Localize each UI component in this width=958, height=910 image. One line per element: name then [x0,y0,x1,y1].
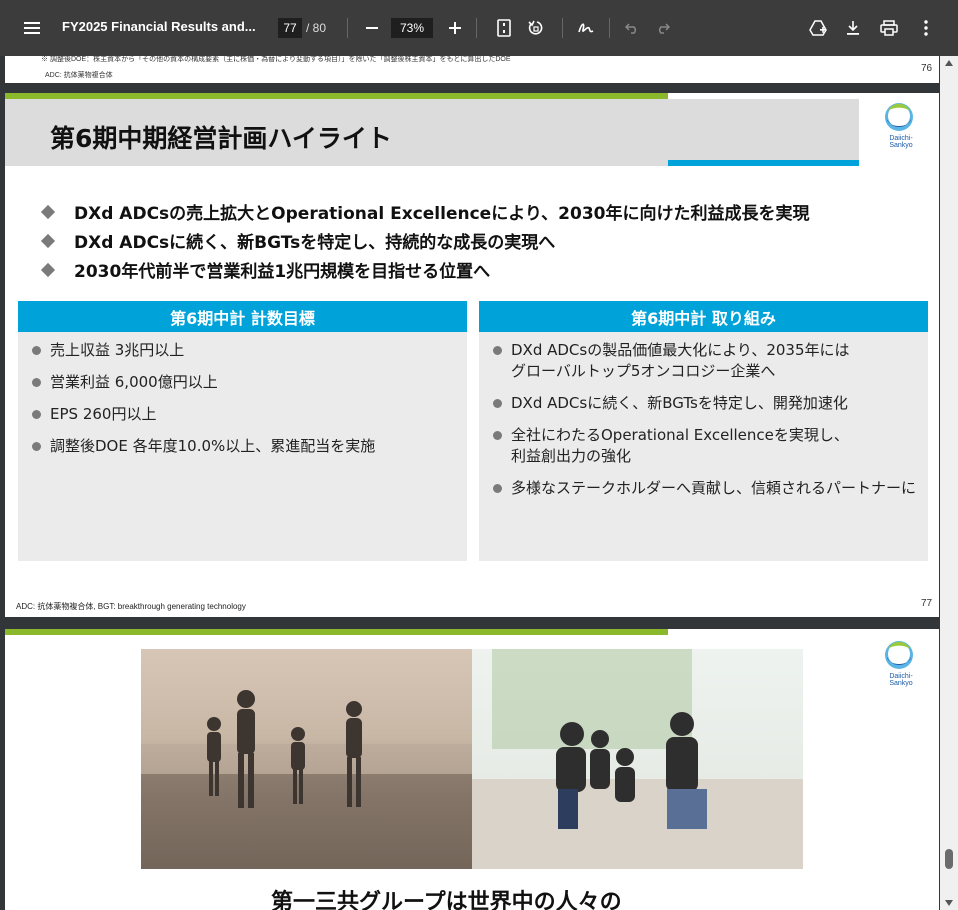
title-band: 第6期中期経営計画ハイライト [5,99,859,166]
list-item-text: グローバルトップ5オンコロジー企業へ [511,362,776,380]
list-item: 売上収益 3兆円以上 [32,340,467,361]
draw-icon[interactable] [576,18,596,38]
list-item-text: DXd ADCsの製品価値最大化により、2035年には [511,341,850,359]
list-item: 調整後DOE 各年度10.0%以上、累進配当を実施 [32,436,467,457]
page-76-footnote: ADC: 抗体薬物複合体 [45,72,113,79]
download-icon[interactable] [843,18,863,38]
slide-title: 第6期中期経営計画ハイライト [50,124,392,153]
toolbar-divider [562,18,563,38]
highlight-text: DXd ADCsに続く、新BGTsを特定し、持続的な成長の実現へ [74,233,556,253]
slogan-text: 第一三共グループは世界中の人々の [271,890,622,910]
add-to-drive-icon[interactable] [808,18,828,38]
toolbar-divider [347,18,348,38]
bullet-dot-icon [493,399,502,408]
targets-panel: 第6期中計 計数目標 売上収益 3兆円以上 営業利益 6,000億円以上 EPS… [18,301,467,561]
list-item: 全社にわたるOperational Excellenceを実現し、 利益創出力の強… [493,425,928,467]
bullet-dot-icon [32,410,41,419]
diamond-bullet-icon [40,233,56,248]
blue-accent-bar [668,160,859,166]
page-total: / 80 [306,21,327,35]
list-item-text: 利益創出力の強化 [511,447,632,465]
redo-icon[interactable] [653,18,673,38]
logo-text: Daiichi-Sankyo [889,135,913,149]
bullet-dot-icon [493,431,502,440]
print-icon[interactable] [879,18,899,38]
logo-text: Daiichi-Sankyo [889,673,913,687]
rotate-icon[interactable] [526,18,546,38]
highlight-text: 2030年代前半で営業利益1兆円規模を目指せる位置へ [74,262,491,282]
page-78: Daiichi-Sankyo 第一三共グループは世界中の人々の [5,629,939,910]
fit-page-icon[interactable] [494,18,514,38]
highlight-item: DXd ADCsに続く、新BGTsを特定し、持続的な成長の実現へ [40,226,810,255]
diamond-bullet-icon [40,204,56,219]
highlight-item: 2030年代前半で営業利益1兆円規模を目指せる位置へ [40,255,810,284]
initiatives-panel-header: 第6期中計 取り組み [479,301,928,332]
targets-list: 売上収益 3兆円以上 営業利益 6,000億円以上 EPS 260円以上 調整後… [18,332,467,457]
scroll-down-arrow-icon[interactable] [945,900,953,906]
page-77: 第6期中期経営計画ハイライト Daiichi-Sankyo DXd ADCsの売… [5,93,939,617]
more-options-icon[interactable] [916,18,936,38]
toolbar-divider [609,18,610,38]
list-item-text: DXd ADCsに続く、新BGTsを特定し、開発加速化 [511,394,848,412]
diamond-bullet-icon [40,262,56,277]
home-family-photo [472,649,803,869]
list-item-text: 多様なステークホルダーへ貢献し、信頼されるパートナーに [511,479,917,497]
list-item-text: EPS 260円以上 [50,405,157,423]
toolbar-divider [476,18,477,38]
initiatives-panel: 第6期中計 取り組み DXd ADCsの製品価値最大化により、2035年には グロ… [479,301,928,561]
highlight-list: DXd ADCsの売上拡大とOperational Excellenceにより、… [40,197,810,284]
list-item: 多様なステークホルダーへ貢献し、信頼されるパートナーに [493,478,928,499]
zoom-input[interactable]: 73% [391,18,433,38]
bullet-dot-icon [32,442,41,451]
page-number: 76 [921,63,933,74]
scrollbar-thumb[interactable] [945,849,953,869]
list-item-text: 調整後DOE 各年度10.0%以上、累進配当を実施 [50,437,376,455]
list-item-text: 売上収益 3兆円以上 [50,341,185,359]
list-item: EPS 260円以上 [32,404,467,425]
highlight-text: DXd ADCsの売上拡大とOperational Excellenceにより、… [74,204,810,224]
list-item-text: 全社にわたるOperational Excellenceを実現し、 [511,426,849,444]
beach-family-photo [141,649,472,869]
daiichi-sankyo-logo: Daiichi-Sankyo [879,101,919,151]
undo-icon[interactable] [622,18,642,38]
zoom-in-button[interactable] [445,18,465,38]
menu-icon[interactable] [22,18,42,38]
daiichi-sankyo-logo: Daiichi-Sankyo [879,639,919,689]
highlight-item: DXd ADCsの売上拡大とOperational Excellenceにより、… [40,197,810,226]
scroll-up-arrow-icon[interactable] [945,60,953,66]
green-accent-bar [5,629,668,635]
pdf-toolbar: FY2025 Financial Results and... 77 / 80 … [0,0,958,56]
list-item-text: 営業利益 6,000億円以上 [50,373,218,391]
bullet-dot-icon [32,346,41,355]
bullet-dot-icon [32,378,41,387]
zoom-out-button[interactable] [362,18,382,38]
targets-panel-header: 第6期中計 計数目標 [18,301,467,332]
document-title: FY2025 Financial Results and... [62,19,256,34]
page-number: 77 [921,598,933,609]
list-item: DXd ADCsに続く、新BGTsを特定し、開発加速化 [493,393,928,414]
list-item: 営業利益 6,000億円以上 [32,372,467,393]
page-number-input[interactable]: 77 [278,18,302,38]
initiatives-list: DXd ADCsの製品価値最大化により、2035年には グローバルトップ5オンコロ… [479,332,928,499]
page-76-note: ※ 調整後DOE：株主資本から「その他の資本の構成要素（主に株価・為替により変動… [41,56,511,63]
page-77-footnote: ADC: 抗体薬物複合体, BGT: breakthrough generati… [16,602,246,611]
bullet-dot-icon [493,484,502,493]
vertical-scrollbar[interactable] [940,56,958,910]
pdf-viewer[interactable]: ※ 調整後DOE：株主資本から「その他の資本の構成要素（主に株価・為替により変動… [0,56,940,910]
page-76: ※ 調整後DOE：株主資本から「その他の資本の構成要素（主に株価・為替により変動… [5,56,939,83]
bullet-dot-icon [493,346,502,355]
list-item: DXd ADCsの製品価値最大化により、2035年には グローバルトップ5オンコロ… [493,340,928,382]
